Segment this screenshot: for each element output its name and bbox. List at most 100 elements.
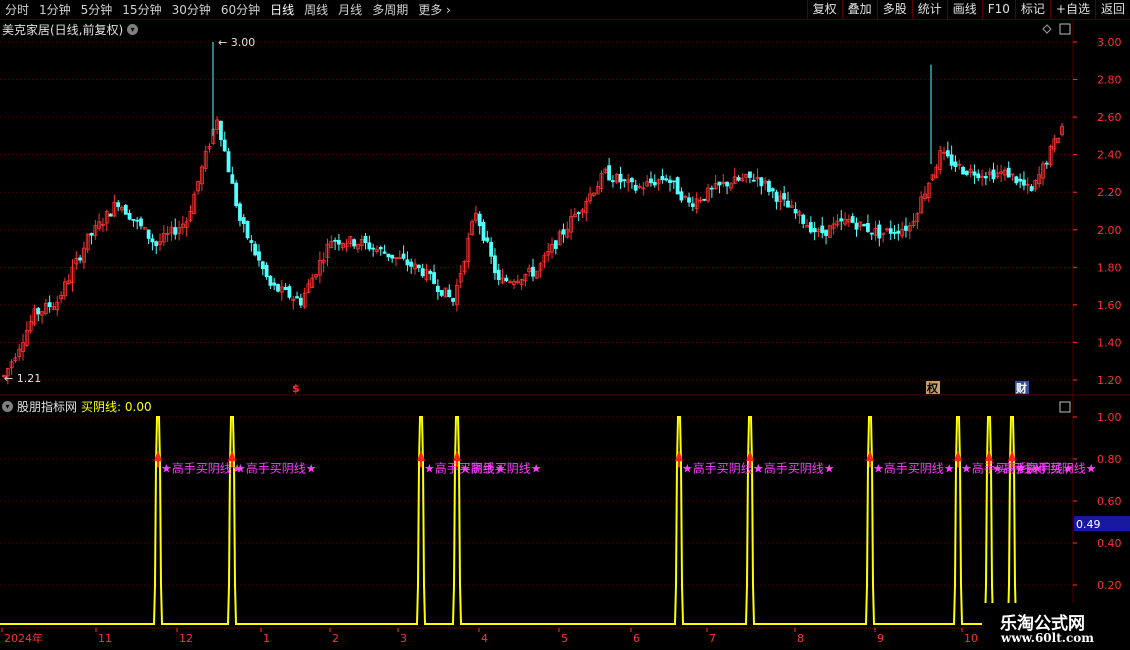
candle-body (983, 176, 988, 179)
chart-canvas[interactable]: 3.00 2.80 2.60 2.40 2.20 2.00 1.80 1.60 1.40 1.20… (0, 0, 1130, 650)
candle-body (793, 209, 798, 214)
candle-body (709, 187, 714, 190)
candle-body (675, 177, 680, 195)
candle-body (363, 236, 368, 244)
low-price-label: ← 1.21 (4, 372, 41, 385)
candle-body (611, 180, 615, 183)
candle-body (850, 216, 855, 223)
candle-body (253, 243, 258, 256)
indicator-line (0, 416, 1073, 625)
candle-body (953, 161, 958, 168)
candle-body (226, 151, 231, 173)
candle-body (378, 247, 383, 250)
candle-body (759, 177, 764, 187)
time-tick-label: 9 (877, 632, 884, 645)
candle-body (241, 217, 246, 224)
candle-body (618, 173, 623, 183)
diamond-icon (1042, 24, 1052, 34)
candle-body (287, 286, 292, 298)
candle-body (892, 232, 897, 234)
candle-body (435, 285, 440, 293)
panel-toggle-icon (1059, 23, 1071, 35)
candle-body (367, 242, 372, 250)
candle-body (249, 240, 254, 243)
candle-body (664, 178, 669, 181)
candle-body (135, 219, 140, 222)
candle-body (238, 203, 242, 221)
indicator-line-value: 买阴线: 0.00 (81, 400, 152, 414)
candle-body (888, 228, 893, 234)
candle-body (116, 202, 121, 208)
candle-body (553, 240, 558, 249)
signal-label: ★高手买阴线★ (161, 460, 243, 475)
indicator-header: ▾ 股朋指标网 买阴线: 0.00 (2, 398, 152, 415)
candle-body (420, 268, 425, 277)
candle-body (649, 178, 653, 184)
candle-body (725, 181, 729, 187)
candle-body (671, 180, 676, 183)
event-marker: 权 (926, 381, 939, 395)
candle-body (1006, 167, 1011, 178)
signal-label: ★高手买阴线★ (873, 460, 955, 475)
signal-label: ★高手买阴线★ (1015, 460, 1097, 475)
indicator-tick-label: 0.40 (1097, 537, 1122, 550)
main-chart-header: 美克家居(日线,前复权) ▾ (2, 21, 139, 38)
candle-body (767, 180, 771, 192)
candle-body (782, 193, 787, 200)
time-tick-label: 3 (400, 632, 407, 645)
current-value-label: 0.49 (1076, 518, 1101, 531)
signal-label: ★高手买阴线★ (460, 460, 542, 475)
candle-body (976, 173, 981, 179)
indicator-tick-label: 0.60 (1097, 495, 1122, 508)
candle-body (808, 222, 813, 233)
candle-body (234, 182, 239, 207)
candle-body (222, 139, 227, 152)
candle-body (736, 177, 741, 181)
candle-body (477, 213, 482, 227)
time-tick-label: 2 (332, 632, 339, 645)
candle-body (751, 179, 756, 182)
candle-body (47, 302, 52, 308)
indicator-tick-label: 0.80 (1097, 453, 1122, 466)
watermark-url: www.60lt.com (1001, 631, 1094, 645)
candle-body (78, 257, 83, 261)
price-tick-label: 1.20 (1097, 374, 1122, 387)
candle-body (531, 266, 535, 277)
price-tick-label: 1.40 (1097, 336, 1122, 349)
candle-body (260, 261, 265, 270)
candle-body (869, 232, 874, 235)
candle-body (401, 253, 406, 259)
candle-body (36, 308, 41, 315)
time-tick-label: 11 (98, 632, 112, 645)
event-marker: $ (292, 382, 300, 395)
event-marker: 财 (1015, 381, 1027, 395)
candle-body (748, 171, 752, 178)
candle-body (961, 166, 965, 175)
candle-body (89, 232, 94, 236)
candle-body (1018, 178, 1023, 182)
candle-body (770, 188, 775, 192)
candle-body (877, 224, 882, 239)
candle-body (108, 213, 113, 217)
candle-body (428, 271, 433, 274)
time-tick-label: 10 (964, 632, 978, 645)
indicator-name[interactable]: 股朋指标网 (17, 398, 77, 415)
time-tick-label: 5 (561, 632, 568, 645)
price-tick-label: 1.80 (1097, 261, 1122, 274)
price-tick-label: 1.60 (1097, 299, 1122, 312)
candle-body (812, 228, 817, 233)
candle-body (896, 230, 901, 234)
stock-title: 美克家居(日线,前复权) (2, 23, 124, 37)
candle-body (245, 220, 250, 239)
chevron-down-icon[interactable]: ▾ (127, 24, 139, 35)
time-tick-label: 6 (633, 632, 640, 645)
signal-label: ★高手买阴线★ (753, 460, 835, 475)
candle-body (272, 282, 277, 286)
candle-body (409, 261, 414, 267)
candle-body (801, 214, 806, 224)
candle-body (268, 275, 273, 286)
chevron-down-icon[interactable]: ▾ (2, 401, 13, 412)
candle-body (991, 169, 996, 180)
candle-body (496, 269, 501, 280)
candle-body (576, 212, 581, 215)
